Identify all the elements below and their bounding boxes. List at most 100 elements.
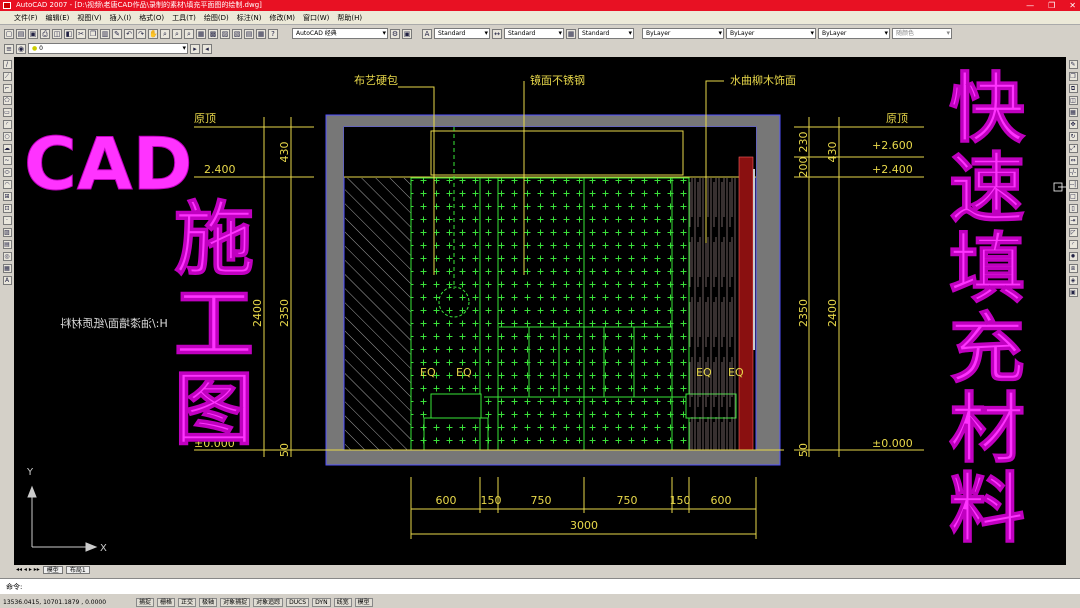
spline-icon[interactable]: ~ — [2, 156, 12, 165]
draworder-icon[interactable]: ⧈ — [1068, 264, 1078, 273]
move-icon[interactable]: ✥ — [1068, 120, 1078, 129]
menu-view[interactable]: 视图(V) — [77, 13, 101, 23]
menu-tools[interactable]: 工具(T) — [172, 13, 196, 23]
text-style-icon[interactable]: A — [422, 28, 432, 39]
layer-state-icon[interactable]: ◉ — [16, 43, 26, 54]
close-button[interactable]: ✕ — [1069, 0, 1076, 11]
menu-insert[interactable]: 插入(I) — [110, 13, 132, 23]
calculator-icon[interactable]: ▦ — [256, 28, 266, 39]
tab-model[interactable]: 模型 — [42, 565, 63, 574]
tab-nav-arrows[interactable]: ◂◂ ◂ ▸ ▸▸ — [16, 566, 40, 573]
menu-file[interactable]: 文件(F) — [14, 13, 38, 23]
cut-icon[interactable]: ✂ — [76, 28, 86, 39]
match-prop-icon[interactable]: ✎ — [112, 28, 122, 39]
save-icon[interactable]: ▣ — [28, 28, 38, 39]
properties-icon[interactable]: ▦ — [196, 28, 206, 39]
lineweight-toggle[interactable]: 线宽 — [333, 597, 352, 607]
plot-style-dropdown[interactable]: 随颜色 — [892, 28, 952, 39]
trim-icon[interactable]: -/- — [1068, 168, 1078, 177]
make-current-icon[interactable]: ▸ — [190, 43, 200, 54]
polyline-icon[interactable]: ⌐ — [2, 84, 12, 93]
ortho-toggle[interactable]: 正交 — [178, 597, 197, 607]
ducs-toggle[interactable]: DUCS — [286, 597, 310, 607]
explode-icon[interactable]: ✹ — [1068, 252, 1078, 261]
dim-style-dropdown[interactable]: Standard — [504, 28, 564, 39]
mirror-icon[interactable]: ⧉ — [1068, 84, 1078, 93]
copy-object-icon[interactable]: ❐ — [1068, 72, 1078, 81]
revcloud-icon[interactable]: ☁ — [2, 144, 12, 153]
ellipse-arc-icon[interactable]: ◠ — [2, 180, 12, 189]
arc-icon[interactable]: ◜ — [2, 120, 12, 129]
grid-toggle[interactable]: 栅格 — [157, 597, 176, 607]
polygon-icon[interactable]: ⬠ — [2, 96, 12, 105]
zoom-previous-icon[interactable]: ⌕ — [184, 28, 194, 39]
workspace-save-icon[interactable]: ▣ — [402, 28, 412, 39]
circle-icon[interactable]: ○ — [2, 132, 12, 141]
mtext-icon[interactable]: A — [2, 276, 12, 285]
menu-help[interactable]: 帮助(H) — [337, 13, 362, 23]
menu-format[interactable]: 格式(O) — [139, 13, 164, 23]
polar-toggle[interactable]: 极轴 — [199, 597, 218, 607]
command-line[interactable]: 命令: — [0, 578, 1080, 594]
insert-block-icon[interactable]: ⊞ — [2, 192, 12, 201]
join-icon[interactable]: ⇥ — [1068, 216, 1078, 225]
zoom-realtime-icon[interactable]: ⌕ — [160, 28, 170, 39]
layer-iso-icon[interactable]: ◈ — [1068, 276, 1078, 285]
erase-icon[interactable]: ✎ — [1068, 60, 1078, 69]
snap-toggle[interactable]: 捕捉 — [136, 597, 155, 607]
group-icon[interactable]: ▣ — [1068, 288, 1078, 297]
zoom-window-icon[interactable]: ⌕ — [172, 28, 182, 39]
copy-icon[interactable]: ❐ — [88, 28, 98, 39]
table-style-icon[interactable]: ▦ — [566, 28, 576, 39]
undo-icon[interactable]: ↶ — [124, 28, 134, 39]
layer-manager-icon[interactable]: ≡ — [4, 43, 14, 54]
stretch-icon[interactable]: ⇔ — [1068, 156, 1078, 165]
menu-modify[interactable]: 修改(M) — [269, 13, 295, 23]
markup-icon[interactable]: ▤ — [244, 28, 254, 39]
offset-icon[interactable]: ◫ — [1068, 96, 1078, 105]
minimize-button[interactable]: — — [1026, 0, 1034, 11]
scale-icon[interactable]: ⤢ — [1068, 144, 1078, 153]
new-file-icon[interactable]: ▢ — [4, 28, 14, 39]
plot-icon[interactable]: ⎙ — [40, 28, 50, 39]
preview-icon[interactable]: ◫ — [52, 28, 62, 39]
table-icon[interactable]: ▦ — [2, 264, 12, 273]
rectangle-icon[interactable]: ▭ — [2, 108, 12, 117]
redo-icon[interactable]: ↷ — [136, 28, 146, 39]
fillet-icon[interactable]: ◜ — [1068, 240, 1078, 249]
ellipse-icon[interactable]: ⬭ — [2, 168, 12, 177]
menu-window[interactable]: 窗口(W) — [303, 13, 329, 23]
dim-style-icon[interactable]: ↔ — [492, 28, 502, 39]
pan-icon[interactable]: ✋ — [148, 28, 158, 39]
help-icon[interactable]: ? — [268, 28, 278, 39]
publish-icon[interactable]: ◧ — [64, 28, 74, 39]
tool-palettes-icon[interactable]: ▨ — [220, 28, 230, 39]
line-icon[interactable]: / — [2, 60, 12, 69]
menu-draw[interactable]: 绘图(D) — [204, 13, 229, 23]
rotate-icon[interactable]: ↻ — [1068, 132, 1078, 141]
sheet-set-icon[interactable]: ▧ — [232, 28, 242, 39]
chamfer-icon[interactable]: ◸ — [1068, 228, 1078, 237]
extend-icon[interactable]: --| — [1068, 180, 1078, 189]
break-point-icon[interactable]: □ — [1068, 192, 1078, 201]
model-toggle[interactable]: 模型 — [354, 597, 373, 607]
text-style-dropdown[interactable]: Standard — [434, 28, 490, 39]
otrack-toggle[interactable]: 对象追踪 — [253, 597, 284, 607]
paste-icon[interactable]: ▥ — [100, 28, 110, 39]
layer-dropdown[interactable]: ● 0 — [28, 43, 188, 54]
menu-edit[interactable]: 编辑(E) — [46, 13, 70, 23]
gradient-icon[interactable]: ▤ — [2, 240, 12, 249]
hatch-icon[interactable]: ▨ — [2, 228, 12, 237]
lineweight-dropdown[interactable]: ByLayer — [818, 28, 890, 39]
menu-dimension[interactable]: 标注(N) — [237, 13, 262, 23]
tab-layout1[interactable]: 布局1 — [65, 565, 90, 574]
maximize-button[interactable]: ❐ — [1048, 0, 1055, 11]
point-icon[interactable]: · — [2, 216, 12, 225]
region-icon[interactable]: ◎ — [2, 252, 12, 261]
make-block-icon[interactable]: ⊡ — [2, 204, 12, 213]
construction-line-icon[interactable]: ⟋ — [2, 72, 12, 81]
drawing-area[interactable]: 布艺硬包 镜面不锈钢 水曲柳木饰面 原顶 2.400 ±0.000 原顶 +2.… — [14, 57, 1066, 565]
break-icon[interactable]: ▯ — [1068, 204, 1078, 213]
linetype-dropdown[interactable]: ByLayer — [726, 28, 816, 39]
color-dropdown[interactable]: ByLayer — [642, 28, 724, 39]
